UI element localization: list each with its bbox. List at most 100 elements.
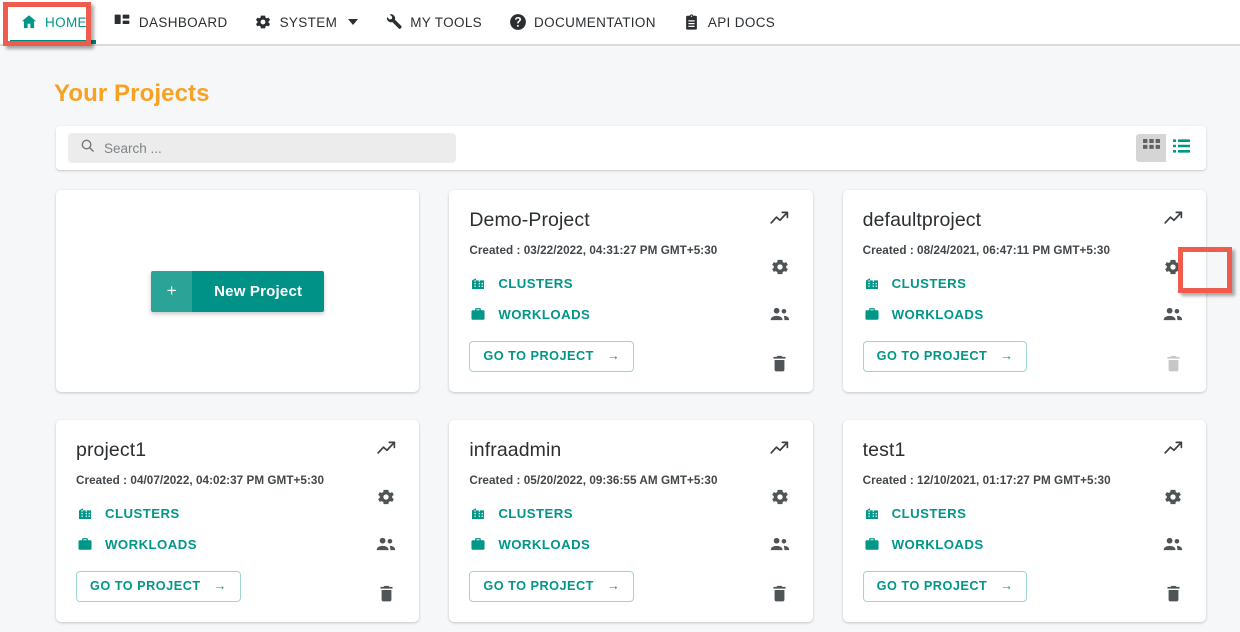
grid-view-icon	[1142, 138, 1160, 158]
project-created: Created : 12/10/2021, 01:17:27 PM GMT+5:…	[862, 473, 1111, 487]
project-name: defaultproject	[862, 209, 982, 231]
project-created: Created : 03/22/2022, 04:31:27 PM GMT+5:…	[469, 243, 718, 257]
project-delete-icon[interactable]	[372, 580, 400, 608]
chevron-down-icon	[348, 19, 359, 25]
project-card[interactable]: Demo-Project Created : 03/22/2022, 04:31…	[449, 190, 813, 392]
project-members-icon[interactable]	[372, 531, 400, 559]
list-view-button[interactable]	[1166, 134, 1196, 162]
clusters-label: CLUSTERS	[105, 505, 180, 521]
building-icon	[76, 504, 94, 522]
defaultproject-settings-gear[interactable]	[1159, 253, 1187, 281]
project-links: CLUSTERS WORKLOADS	[863, 502, 1188, 556]
nav-item-system[interactable]: SYSTEM	[241, 0, 372, 44]
nav-item-dashboard[interactable]: DASHBOARD	[100, 0, 241, 44]
go-to-project-button[interactable]: GO TO PROJECT →	[862, 570, 1028, 602]
go-to-project-label: GO TO PROJECT	[876, 579, 988, 593]
workloads-link[interactable]: WORKLOADS	[469, 533, 794, 556]
project-members-icon[interactable]	[1159, 301, 1187, 329]
project-delete-icon	[1159, 350, 1187, 378]
workloads-link[interactable]: WORKLOADS	[863, 533, 1188, 556]
project-settings-gear-icon[interactable]	[766, 483, 794, 511]
trending-up-icon	[372, 434, 400, 462]
project-settings-gear-icon[interactable]	[766, 253, 794, 281]
search-input[interactable]: Search ...	[68, 133, 456, 163]
card-actions	[369, 434, 403, 608]
project-card[interactable]: project1 Created : 04/07/2022, 04:02:37 …	[56, 420, 420, 622]
project-card[interactable]: defaultproject Created : 08/24/2021, 06:…	[842, 190, 1206, 392]
workloads-label: WORKLOADS	[891, 536, 984, 552]
project-delete-icon[interactable]	[1159, 580, 1187, 608]
project-delete-icon[interactable]	[766, 580, 794, 608]
arrow-right-icon: →	[606, 349, 621, 363]
go-to-project-button[interactable]: GO TO PROJECT →	[469, 570, 635, 602]
go-to-project-button[interactable]: GO TO PROJECT →	[862, 340, 1028, 372]
search-icon	[80, 138, 95, 158]
go-to-project-button[interactable]: GO TO PROJECT →	[469, 340, 635, 372]
building-icon	[469, 274, 487, 292]
project-members-icon[interactable]	[766, 531, 794, 559]
project-name: project1	[76, 439, 147, 461]
nav-item-label: HOME	[45, 14, 87, 30]
arrow-right-icon: →	[213, 579, 227, 593]
project-members-icon[interactable]	[766, 301, 794, 329]
clusters-link[interactable]: CLUSTERS	[863, 272, 1188, 295]
nav-item-label: DOCUMENTATION	[534, 14, 656, 30]
project-card[interactable]: test1 Created : 12/10/2021, 01:17:27 PM …	[842, 420, 1206, 622]
projects-grid: + New Project Demo-Project Created : 03/…	[56, 190, 1206, 622]
clusters-link[interactable]: CLUSTERS	[469, 272, 794, 295]
building-icon	[863, 504, 881, 522]
clusters-link[interactable]: CLUSTERS	[76, 502, 401, 525]
workloads-link[interactable]: WORKLOADS	[469, 303, 794, 326]
wrench-icon	[384, 13, 403, 32]
top-navigation-bar: HOME DASHBOARD SYSTEM MY TOOLS DOCUMENTA…	[0, 0, 1240, 46]
workloads-link[interactable]: WORKLOADS	[76, 533, 401, 556]
arrow-right-icon: →	[1000, 349, 1014, 363]
go-to-project-button[interactable]: GO TO PROJECT →	[76, 570, 241, 602]
nav-item-my-tools[interactable]: MY TOOLS	[371, 0, 495, 44]
clusters-link[interactable]: CLUSTERS	[863, 502, 1188, 525]
briefcase-icon	[469, 305, 487, 323]
workloads-label: WORKLOADS	[498, 306, 591, 322]
clipboard-icon	[682, 13, 701, 32]
home-icon	[19, 13, 38, 32]
new-project-button[interactable]: + New Project	[151, 270, 325, 312]
workloads-link[interactable]: WORKLOADS	[863, 303, 1188, 326]
nav-item-documentation[interactable]: DOCUMENTATION	[495, 0, 669, 44]
grid-view-button[interactable]	[1136, 134, 1166, 162]
project-settings-gear-icon[interactable]	[372, 483, 400, 511]
project-delete-icon[interactable]	[766, 350, 794, 378]
workloads-label: WORKLOADS	[105, 536, 197, 552]
arrow-right-icon: →	[1000, 579, 1014, 593]
nav-item-label: MY TOOLS	[410, 14, 483, 30]
project-created: Created : 04/07/2022, 04:02:37 PM GMT+5:…	[76, 473, 324, 487]
trending-up-icon	[766, 204, 794, 232]
new-project-label: New Project	[192, 270, 325, 312]
clusters-label: CLUSTERS	[498, 505, 573, 521]
project-name: infraadmin	[469, 439, 562, 461]
project-settings-gear-icon[interactable]	[1159, 483, 1187, 511]
project-name: Demo-Project	[469, 209, 590, 231]
workloads-label: WORKLOADS	[498, 536, 591, 552]
new-project-card: + New Project	[56, 190, 420, 392]
project-members-icon[interactable]	[1159, 531, 1187, 559]
card-actions	[763, 204, 797, 378]
project-created: Created : 08/24/2021, 06:47:11 PM GMT+5:…	[862, 243, 1110, 257]
arrow-right-icon: →	[606, 579, 621, 593]
briefcase-icon	[863, 535, 881, 553]
plus-icon: +	[151, 270, 193, 312]
list-view-icon	[1172, 138, 1190, 158]
nav-item-label: API DOCS	[707, 14, 776, 30]
project-card[interactable]: infraadmin Created : 05/20/2022, 09:36:5…	[449, 420, 813, 622]
nav-item-label: SYSTEM	[279, 14, 338, 30]
briefcase-icon	[863, 305, 881, 323]
go-to-project-label: GO TO PROJECT	[876, 349, 988, 363]
card-actions	[1156, 204, 1190, 378]
clusters-link[interactable]: CLUSTERS	[469, 502, 794, 525]
go-to-project-label: GO TO PROJECT	[483, 349, 594, 363]
project-links: CLUSTERS WORKLOADS	[76, 502, 401, 556]
nav-item-api-docs[interactable]: API DOCS	[669, 0, 788, 44]
project-links: CLUSTERS WORKLOADS	[469, 272, 794, 326]
nav-item-home[interactable]: HOME	[6, 0, 100, 44]
page-title: Your Projects	[54, 80, 210, 107]
project-created: Created : 05/20/2022, 09:36:55 AM GMT+5:…	[469, 473, 718, 487]
